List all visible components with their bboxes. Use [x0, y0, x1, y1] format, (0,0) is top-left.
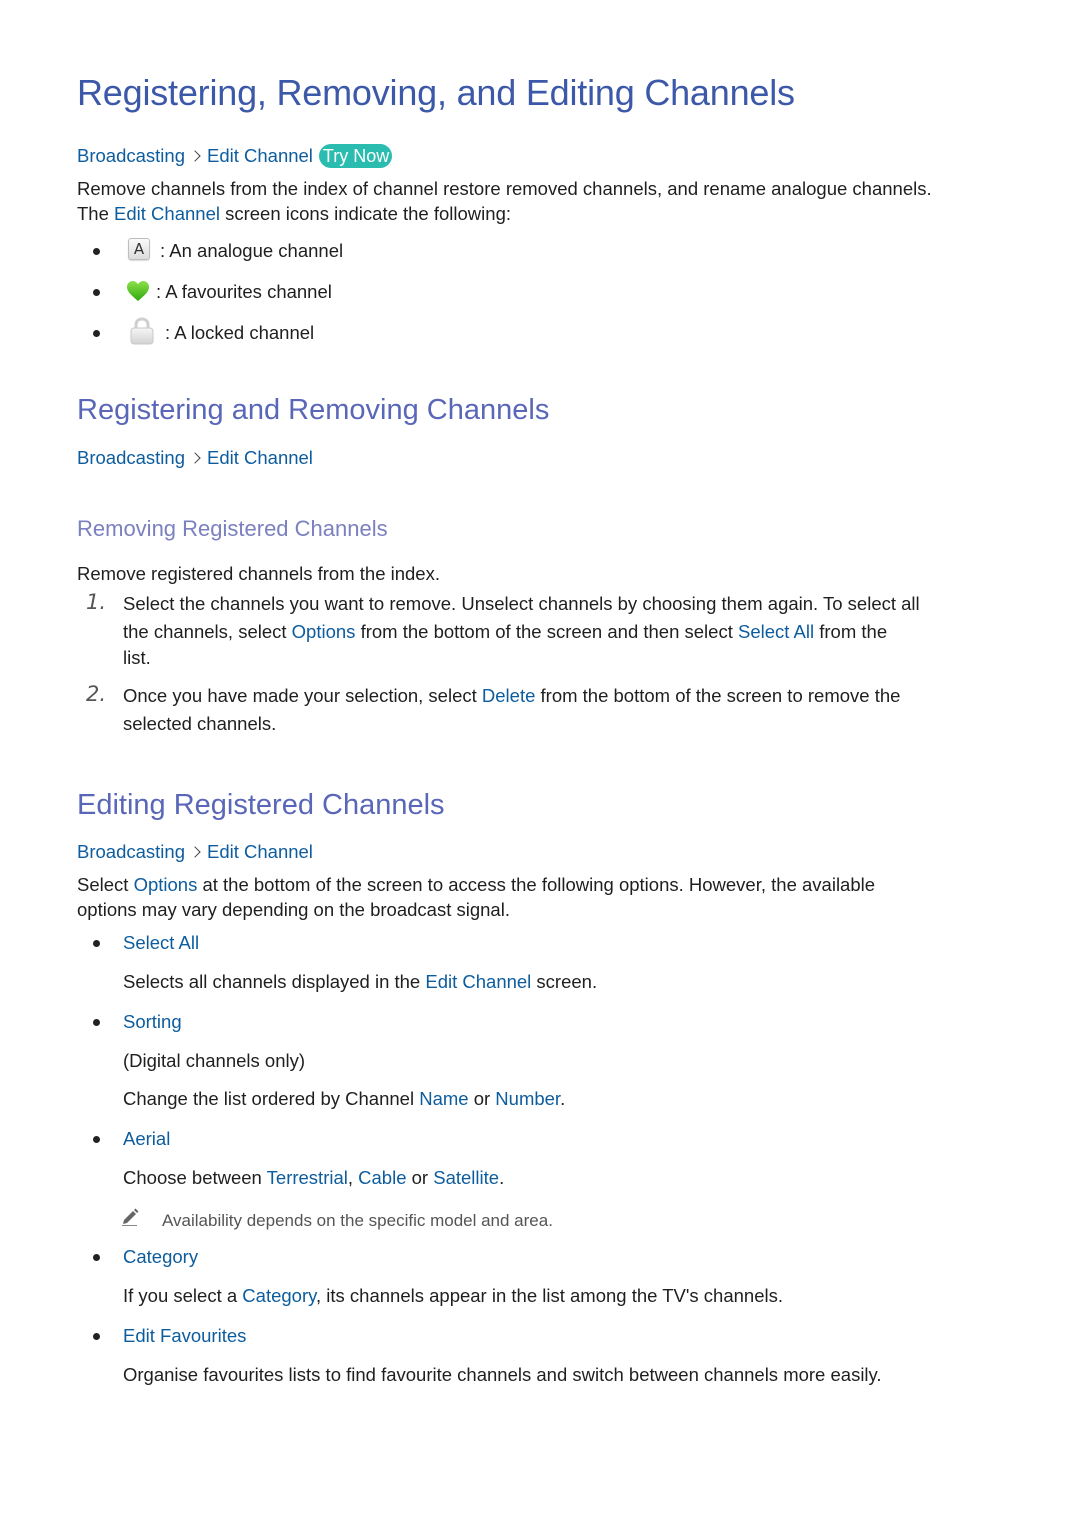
option-title-category: Category [123, 1246, 199, 1267]
pencil-icon [122, 1208, 139, 1226]
text: . [499, 1167, 505, 1188]
terrestrial-link: Terrestrial [266, 1167, 348, 1188]
text: . [560, 1088, 566, 1109]
section-intro-line2: options may vary depending on the broadc… [77, 899, 510, 920]
option-desc-sorting-line2: Change the list ordered by Channel Name … [123, 1086, 565, 1112]
availability-note: Availability depends on the specific mod… [162, 1211, 553, 1230]
option-title-edit-favourites: Edit Favourites [123, 1325, 247, 1346]
section-intro: Select Options at the bottom of the scre… [77, 872, 875, 898]
step-1-text-line2: the channels, select Options from the bo… [123, 619, 887, 645]
section-heading: Registering and Removing Channels [77, 394, 550, 426]
text: or [406, 1167, 434, 1188]
breadcrumb-broadcasting[interactable]: Broadcasting [77, 144, 185, 168]
bullet [93, 1333, 100, 1340]
bullet [93, 1254, 100, 1261]
text: from the bottom of the screen to remove … [535, 685, 901, 706]
step-number: 1. [86, 590, 107, 614]
option-desc-category: If you select a Category, its channels a… [123, 1283, 783, 1309]
lock-icon [130, 317, 154, 345]
try-now-button[interactable]: Try Now [318, 144, 393, 168]
breadcrumb-edit-channel[interactable]: Edit Channel [207, 446, 313, 470]
option-title-select-all: Select All [123, 932, 200, 953]
chevron-right-icon [189, 846, 201, 858]
text: at the bottom of the screen to access th… [197, 874, 876, 895]
chevron-right-icon [189, 150, 201, 162]
option-desc-aerial: Choose between Terrestrial, Cable or Sat… [123, 1165, 504, 1191]
step-2-text-line2: selected channels. [123, 713, 277, 734]
text: The [77, 203, 115, 224]
text: or [468, 1088, 496, 1109]
chevron-right-icon [189, 452, 201, 464]
bullet [93, 289, 100, 296]
icon-legend-favourite: : A favourites channel [156, 281, 332, 302]
cable-link: Cable [358, 1167, 407, 1188]
bullet [93, 1019, 100, 1026]
breadcrumb: Broadcasting Edit Channel [77, 446, 313, 470]
subsection-lead: Remove registered channels from the inde… [77, 563, 440, 584]
analogue-icon: A [128, 238, 150, 260]
step-2-text: Once you have made your selection, selec… [123, 683, 900, 709]
page-title: Registering, Removing, and Editing Chann… [77, 72, 795, 113]
select-all-link: Select All [738, 621, 815, 642]
option-title-aerial: Aerial [123, 1128, 171, 1149]
option-desc-sorting: (Digital channels only) [123, 1050, 306, 1071]
option-title-sorting: Sorting [123, 1011, 182, 1032]
text: If you select a [123, 1285, 243, 1306]
text: Selects all channels displayed in the [123, 971, 426, 992]
text: from the [814, 621, 888, 642]
breadcrumb-edit-channel[interactable]: Edit Channel [207, 840, 313, 864]
text: the channels, select [123, 621, 292, 642]
subsection-heading: Removing Registered Channels [77, 516, 388, 541]
satellite-link: Satellite [433, 1167, 500, 1188]
step-1-text: Select the channels you want to remove. … [123, 593, 920, 614]
bullet [93, 1136, 100, 1143]
breadcrumb: Broadcasting Edit Channel [77, 840, 313, 864]
section-heading: Editing Registered Channels [77, 789, 445, 821]
text: Choose between [123, 1167, 267, 1188]
text: from the bottom of the screen and then s… [355, 621, 738, 642]
option-desc-select-all: Selects all channels displayed in the Ed… [123, 969, 597, 995]
delete-link: Delete [481, 685, 536, 706]
step-1-text-line3: list. [123, 647, 151, 668]
bullet [93, 940, 100, 947]
text: , [347, 1167, 359, 1188]
name-link: Name [419, 1088, 469, 1109]
heart-icon [127, 281, 149, 301]
bullet [93, 330, 100, 337]
text: Select [77, 874, 134, 895]
intro-description: Remove channels from the index of channe… [77, 178, 932, 199]
intro-description-line2: The Edit Channel screen icons indicate t… [77, 201, 511, 227]
text: , its channels appear in the list among … [316, 1285, 783, 1306]
text: screen. [531, 971, 598, 992]
breadcrumb-broadcasting[interactable]: Broadcasting [77, 840, 185, 864]
category-link: Category [242, 1285, 316, 1306]
breadcrumb: Broadcasting Edit Channel Try Now [77, 144, 393, 168]
options-link: Options [291, 621, 356, 642]
icon-legend-locked: : A locked channel [165, 322, 315, 343]
option-desc-edit-favourites: Organise favourites lists to find favour… [123, 1364, 882, 1385]
icon-legend-analogue: : An analogue channel [160, 240, 344, 261]
text: screen icons indicate the following: [219, 203, 511, 224]
breadcrumb-broadcasting[interactable]: Broadcasting [77, 446, 185, 470]
step-number: 2. [86, 682, 107, 706]
options-link: Options [133, 874, 198, 895]
edit-channel-link: Edit Channel [425, 971, 532, 992]
number-link: Number [495, 1088, 561, 1109]
breadcrumb-edit-channel[interactable]: Edit Channel [207, 144, 313, 168]
text: Change the list ordered by Channel [123, 1088, 420, 1109]
edit-channel-link: Edit Channel [114, 203, 220, 224]
text: Once you have made your selection, selec… [123, 685, 482, 706]
bullet [93, 248, 100, 255]
